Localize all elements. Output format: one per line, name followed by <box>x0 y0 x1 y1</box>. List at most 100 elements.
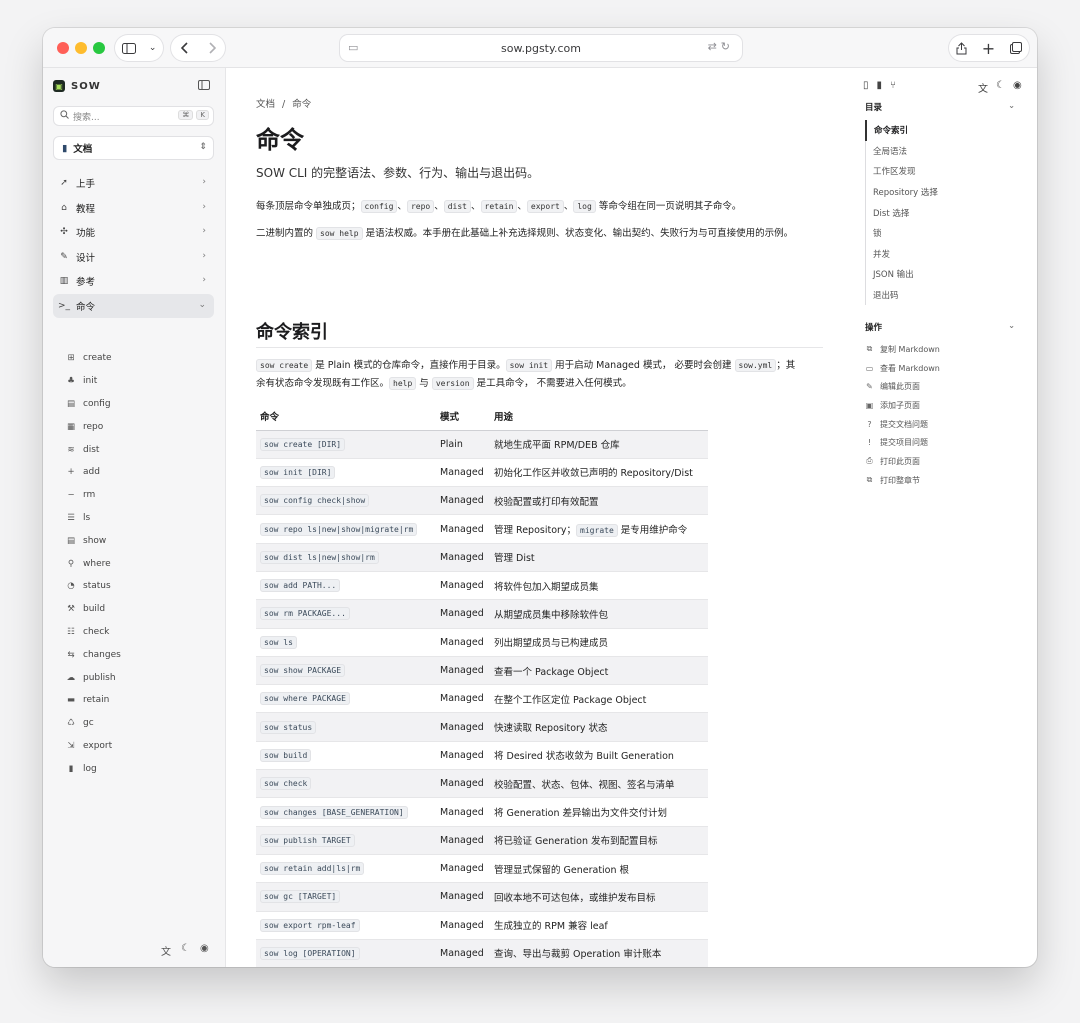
sidebar-item-dist[interactable]: ≋ dist <box>65 438 215 461</box>
moon-icon[interactable]: ☾ <box>181 943 190 958</box>
sidebar-item-status[interactable]: ◔ status <box>65 575 215 598</box>
table-row: sow log [OPERATION] Managed 查询、导出与裁剪 Opera… <box>256 939 708 967</box>
reload-icon[interactable]: ↻ <box>721 40 734 53</box>
address-bar[interactable]: ▭ sow.pgsty.com ⇄↻ <box>340 35 742 61</box>
tabs-overview-icon[interactable] <box>1009 42 1022 54</box>
page-settings-icon[interactable]: ▭ <box>348 41 358 54</box>
sidebar-item-log[interactable]: ▮ log <box>65 757 215 780</box>
collapse-sidebar-icon[interactable] <box>198 80 210 93</box>
sidebar-item-where[interactable]: ⚲ where <box>65 552 215 575</box>
toc-item[interactable]: 全局语法 <box>866 141 938 162</box>
doc-section-select[interactable]: ▮ 文档 ⇕ <box>53 136 214 160</box>
plus-icon: + <box>67 467 75 478</box>
chevron-right-icon[interactable] <box>208 42 216 54</box>
toc-item[interactable]: 命令索引 <box>865 120 938 141</box>
share-icon[interactable] <box>956 41 967 55</box>
toc-heading[interactable]: 目录 ⌄ <box>865 101 1015 113</box>
language-icon[interactable]: 文 <box>161 943 171 958</box>
branch-icon[interactable]: ⑂ <box>890 80 896 91</box>
toc-item[interactable]: Repository 选择 <box>866 182 938 203</box>
inline-code: log <box>573 200 596 213</box>
minus-icon: − <box>67 490 75 501</box>
sidebar-item-tutorial[interactable]: ⌂ 教程 › <box>53 196 214 220</box>
sidebar-item-retain[interactable]: ▬ retain <box>65 689 215 712</box>
sidebar-item-repo[interactable]: ▦ repo <box>65 415 215 438</box>
layers-icon: ≋ <box>67 444 75 455</box>
command-code: sow gc [TARGET] <box>260 890 341 904</box>
brand[interactable]: ▣ SOW <box>53 80 101 92</box>
usage-cell: 生成独立的 RPM 兼容 leaf <box>490 911 708 940</box>
sidebar-toggle-group[interactable]: ⌄ <box>115 35 163 61</box>
sidebar-item-init[interactable]: ♣ init <box>65 370 215 393</box>
sidebar-item-design[interactable]: ✎ 设计 › <box>53 245 214 269</box>
action-item[interactable]: ✎ 编辑此页面 <box>865 377 940 396</box>
sidebar-item-publish[interactable]: ☁ publish <box>65 666 215 689</box>
table-of-contents: ▯ ▮ ⑂ 文 ☾ ◉ 目录 ⌄ 命令索引 全局语法 工作区发现 Repository… <box>863 68 1028 967</box>
moon-icon[interactable]: ☾ <box>996 80 1005 95</box>
docs-sidebar: ▣ SOW 搜索... ⌘ K ▮ 文档 ⇕ ➚ 上手 › ⌂ 教程 › ✣ 功… <box>43 68 226 967</box>
action-item[interactable]: ⎙ 打印此页面 <box>865 452 940 471</box>
actions-heading[interactable]: 操作 ⌄ <box>865 321 1015 333</box>
inline-code: help <box>389 377 417 390</box>
github-icon[interactable]: ◉ <box>200 943 209 958</box>
sidebar-item-create[interactable]: ⊞ create <box>65 347 215 370</box>
sidebar-item-rm[interactable]: − rm <box>65 484 215 507</box>
breadcrumb-root[interactable]: 文档 <box>256 99 275 110</box>
sidebar-item-changes[interactable]: ⇆ changes <box>65 643 215 666</box>
action-item[interactable]: ⧉ 打印整章节 <box>865 471 940 490</box>
chevron-down-icon[interactable]: ⌄ <box>149 43 157 53</box>
action-item[interactable]: ▣ 添加子页面 <box>865 396 940 415</box>
sidebar-item-commands[interactable]: >_ 命令 ⌄ <box>53 293 214 318</box>
toc-item[interactable]: 并发 <box>866 244 938 265</box>
mode-cell: Managed <box>436 656 490 686</box>
panel-icon[interactable]: ▯ <box>863 80 869 91</box>
sidebar-item-check[interactable]: ☷ check <box>65 621 215 644</box>
sidebar-nav: ➚ 上手 › ⌂ 教程 › ✣ 功能 › ✎ 设计 › ▥ 参考 › >_ 命令… <box>53 171 214 318</box>
toc-item[interactable]: 锁 <box>866 223 938 244</box>
action-item[interactable]: ! 提交项目问题 <box>865 433 940 452</box>
inline-code: sow create <box>256 359 313 372</box>
toc-item[interactable]: Dist 选择 <box>866 202 938 223</box>
sidebar-item-reference[interactable]: ▥ 参考 › <box>53 269 214 293</box>
graduation-cap-icon: ⌂ <box>61 202 67 213</box>
command-code: sow export rpm-leaf <box>260 918 360 932</box>
toc-item[interactable]: 退出码 <box>866 285 938 306</box>
search-icon <box>60 110 69 122</box>
search-input[interactable]: 搜索... ⌘ K <box>53 106 214 126</box>
toc-item[interactable]: JSON 输出 <box>866 264 938 285</box>
sidebar-item-getting-started[interactable]: ➚ 上手 › <box>53 171 214 195</box>
chevron-right-icon: › <box>202 201 206 212</box>
close-window-button[interactable] <box>57 42 69 54</box>
chevron-left-icon[interactable] <box>180 42 189 54</box>
sidebar-icon[interactable] <box>121 42 136 54</box>
translate-icon[interactable]: ⇄ <box>708 40 721 53</box>
sidebar-item-show[interactable]: ▤ show <box>65 529 215 552</box>
github-icon[interactable]: ◉ <box>1013 80 1022 95</box>
sidebar-item-gc[interactable]: ♺ gc <box>65 712 215 735</box>
commands-table: 命令 模式 用途 sow create [DIR] Plain 就地生成平面 RPM… <box>256 403 708 967</box>
toc-item[interactable]: 工作区发现 <box>866 161 938 182</box>
action-item[interactable]: ? 提交文档问题 <box>865 415 940 434</box>
puzzle-icon: ✣ <box>60 227 68 237</box>
minimize-window-button[interactable] <box>75 42 87 54</box>
sidebar-item-config[interactable]: ▤ config <box>65 393 215 416</box>
command-cell: sow ls <box>256 628 436 657</box>
sidebar-item-label: 参考 <box>76 277 96 288</box>
maximize-window-button[interactable] <box>93 42 105 54</box>
sidebar-item-export[interactable]: ⇲ export <box>65 735 215 758</box>
usage-cell: 将软件包加入期望成员集 <box>490 571 708 601</box>
alert-circle-icon: ! <box>867 438 872 448</box>
command-cell: sow export rpm-leaf <box>256 911 436 940</box>
sidebar-item-ls[interactable]: ☰ ls <box>65 507 215 530</box>
book-icon[interactable]: ▮ <box>877 80 883 91</box>
action-item[interactable]: ▭ 查看 Markdown <box>865 359 940 378</box>
usage-cell: 校验配置、状态、包体、视图、签名与清单 <box>490 769 708 799</box>
markdown-icon: ▭ <box>865 363 874 373</box>
sidebar-item-features[interactable]: ✣ 功能 › <box>53 220 214 244</box>
list-icon: ☰ <box>67 512 75 523</box>
language-icon[interactable]: 文 <box>978 80 988 95</box>
sidebar-item-build[interactable]: ⚒ build <box>65 598 215 621</box>
new-tab-icon[interactable]: + <box>982 39 995 58</box>
action-item[interactable]: ⧉ 复制 Markdown <box>865 340 940 359</box>
sidebar-item-add[interactable]: + add <box>65 461 215 484</box>
